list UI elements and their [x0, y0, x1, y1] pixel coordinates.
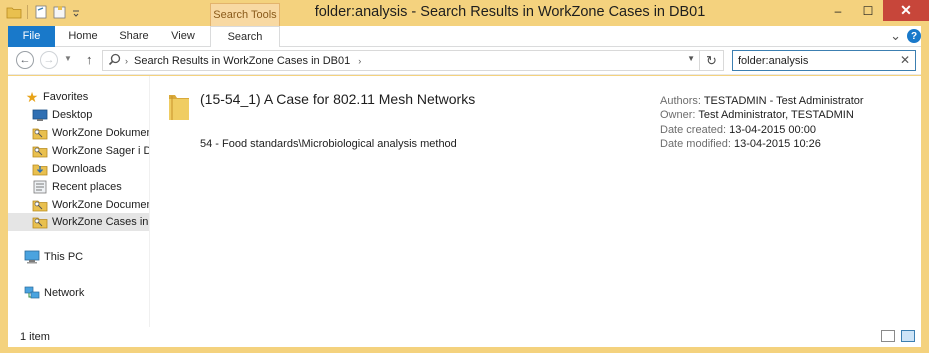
explorer-window: Search Tools folder:analysis - Search Re…: [0, 0, 929, 353]
result-title[interactable]: (15-54_1) A Case for 802.11 Mesh Network…: [200, 91, 475, 107]
window-title: folder:analysis - Search Results in Work…: [314, 4, 706, 20]
result-metadata: Authors: TESTADMIN - Test Administrator …: [660, 94, 864, 151]
owner-value: Test Administrator, TESTADMIN: [698, 109, 854, 122]
item-count: 1 item: [20, 331, 50, 343]
date-modified-key: Date modified:: [660, 137, 731, 150]
ribbon-right-controls: ⌄ ?: [890, 28, 921, 44]
desktop-icon: [32, 108, 48, 122]
main-area: ★ Favorites Desktop WorkZone Dokumen Wor…: [8, 76, 921, 327]
search-input[interactable]: [733, 51, 893, 70]
date-modified-value: 13-04-2015 10:26: [734, 137, 821, 150]
navigation-bar: ← → ▼ ↑ › Search Results in WorkZone Cas…: [8, 47, 921, 75]
nav-item-workzone-sager[interactable]: WorkZone Sager i DB: [32, 142, 150, 160]
properties-icon[interactable]: [33, 5, 49, 19]
window-controls: – ☐ ✕: [823, 0, 929, 21]
authors-key: Authors:: [660, 95, 701, 107]
recent-locations-icon[interactable]: ▼: [64, 54, 72, 63]
address-bar[interactable]: › Search Results in WorkZone Cases in DB…: [102, 50, 700, 71]
breadcrumb-chevron-icon[interactable]: ›: [358, 56, 361, 66]
breadcrumb-chevron-icon[interactable]: ›: [125, 56, 128, 66]
folder-icon: [166, 92, 192, 122]
new-folder-icon[interactable]: [52, 5, 68, 19]
nav-item-network[interactable]: Network: [24, 284, 84, 302]
arrow-left-icon: ←: [19, 54, 31, 66]
customize-qat-icon[interactable]: [71, 5, 81, 19]
date-created-key: Date created:: [660, 123, 727, 136]
network-icon: [24, 286, 40, 300]
clear-search-icon[interactable]: ✕: [900, 53, 910, 67]
search-result-item[interactable]: (15-54_1) A Case for 802.11 Mesh Network…: [156, 86, 916, 156]
tab-file[interactable]: File: [8, 26, 55, 47]
nav-item-this-pc[interactable]: This PC: [24, 248, 83, 266]
maximize-button[interactable]: ☐: [853, 0, 883, 21]
arrow-right-icon: →: [43, 54, 55, 66]
address-dropdown-icon[interactable]: ▼: [687, 54, 695, 63]
nav-favorites[interactable]: ★ Favorites: [24, 88, 89, 106]
minimize-button[interactable]: –: [823, 0, 853, 21]
nav-item-label: Desktop: [52, 109, 93, 121]
owner-key: Owner:: [660, 109, 696, 122]
tab-view[interactable]: View: [160, 26, 206, 47]
nav-item-label: Recent places: [52, 181, 122, 193]
navigation-pane: ★ Favorites Desktop WorkZone Dokumen Wor…: [8, 76, 150, 327]
nav-item-label: WorkZone Cases in D: [52, 216, 150, 228]
help-icon[interactable]: ?: [907, 29, 921, 43]
recent-places-icon: [32, 180, 48, 194]
qat-separator: [27, 5, 28, 19]
back-button[interactable]: ←: [16, 51, 34, 69]
downloads-icon: [32, 162, 48, 176]
close-button[interactable]: ✕: [883, 0, 929, 21]
workzone-folder-icon: [32, 144, 48, 158]
nav-item-label: Downloads: [52, 163, 107, 175]
title-bar: Search Tools folder:analysis - Search Re…: [0, 0, 929, 26]
nav-item-downloads[interactable]: Downloads: [32, 160, 106, 178]
tab-home[interactable]: Home: [58, 26, 108, 47]
nav-item-label: Network: [44, 287, 85, 299]
up-arrow-icon[interactable]: ↑: [86, 52, 93, 67]
search-tools-context-header: Search Tools: [210, 3, 280, 26]
search-icon: [108, 53, 121, 69]
nav-item-label: Favorites: [43, 91, 89, 103]
workzone-folder-icon: [32, 215, 48, 229]
workzone-folder-icon: [32, 198, 48, 212]
tab-search[interactable]: Search: [210, 26, 280, 48]
details-view-icon[interactable]: [881, 330, 895, 342]
nav-item-workzone-documents[interactable]: WorkZone Documen: [32, 196, 150, 214]
breadcrumb[interactable]: Search Results in WorkZone Cases in DB01: [134, 55, 350, 67]
nav-item-workzone-dokumenter[interactable]: WorkZone Dokumen: [32, 124, 150, 142]
workzone-folder-icon: [32, 126, 48, 140]
chevron-down-icon[interactable]: ⌄: [890, 28, 901, 44]
nav-item-label: WorkZone Documen: [52, 199, 150, 211]
nav-item-desktop[interactable]: Desktop: [32, 106, 92, 124]
nav-item-label: WorkZone Dokumen: [52, 127, 150, 139]
nav-item-recent-places[interactable]: Recent places: [32, 178, 122, 196]
authors-value: TESTADMIN - Test Administrator: [703, 95, 864, 107]
nav-item-label: This PC: [44, 251, 84, 263]
result-path: 54 - Food standards\Microbiological anal…: [200, 138, 457, 150]
content-pane: (15-54_1) A Case for 802.11 Mesh Network…: [156, 76, 921, 327]
content-view-icon[interactable]: [901, 330, 915, 342]
forward-button[interactable]: →: [40, 51, 58, 69]
nav-item-workzone-cases[interactable]: WorkZone Cases in D: [8, 213, 150, 231]
search-box[interactable]: ✕: [732, 50, 916, 71]
star-icon: ★: [25, 89, 39, 105]
nav-item-label: WorkZone Sager i DB: [52, 145, 150, 157]
view-buttons: [881, 330, 915, 342]
quick-access-toolbar: [6, 5, 81, 19]
refresh-icon: ↻: [706, 52, 717, 68]
computer-icon: [24, 250, 40, 264]
folder-icon[interactable]: [6, 5, 22, 19]
date-created-value: 13-04-2015 00:00: [729, 123, 816, 136]
status-bar: 1 item: [8, 327, 921, 347]
tab-share[interactable]: Share: [110, 26, 158, 47]
ribbon-tabs: File Home Share View Search ⌄ ?: [8, 26, 921, 48]
refresh-button[interactable]: ↻: [700, 50, 724, 71]
